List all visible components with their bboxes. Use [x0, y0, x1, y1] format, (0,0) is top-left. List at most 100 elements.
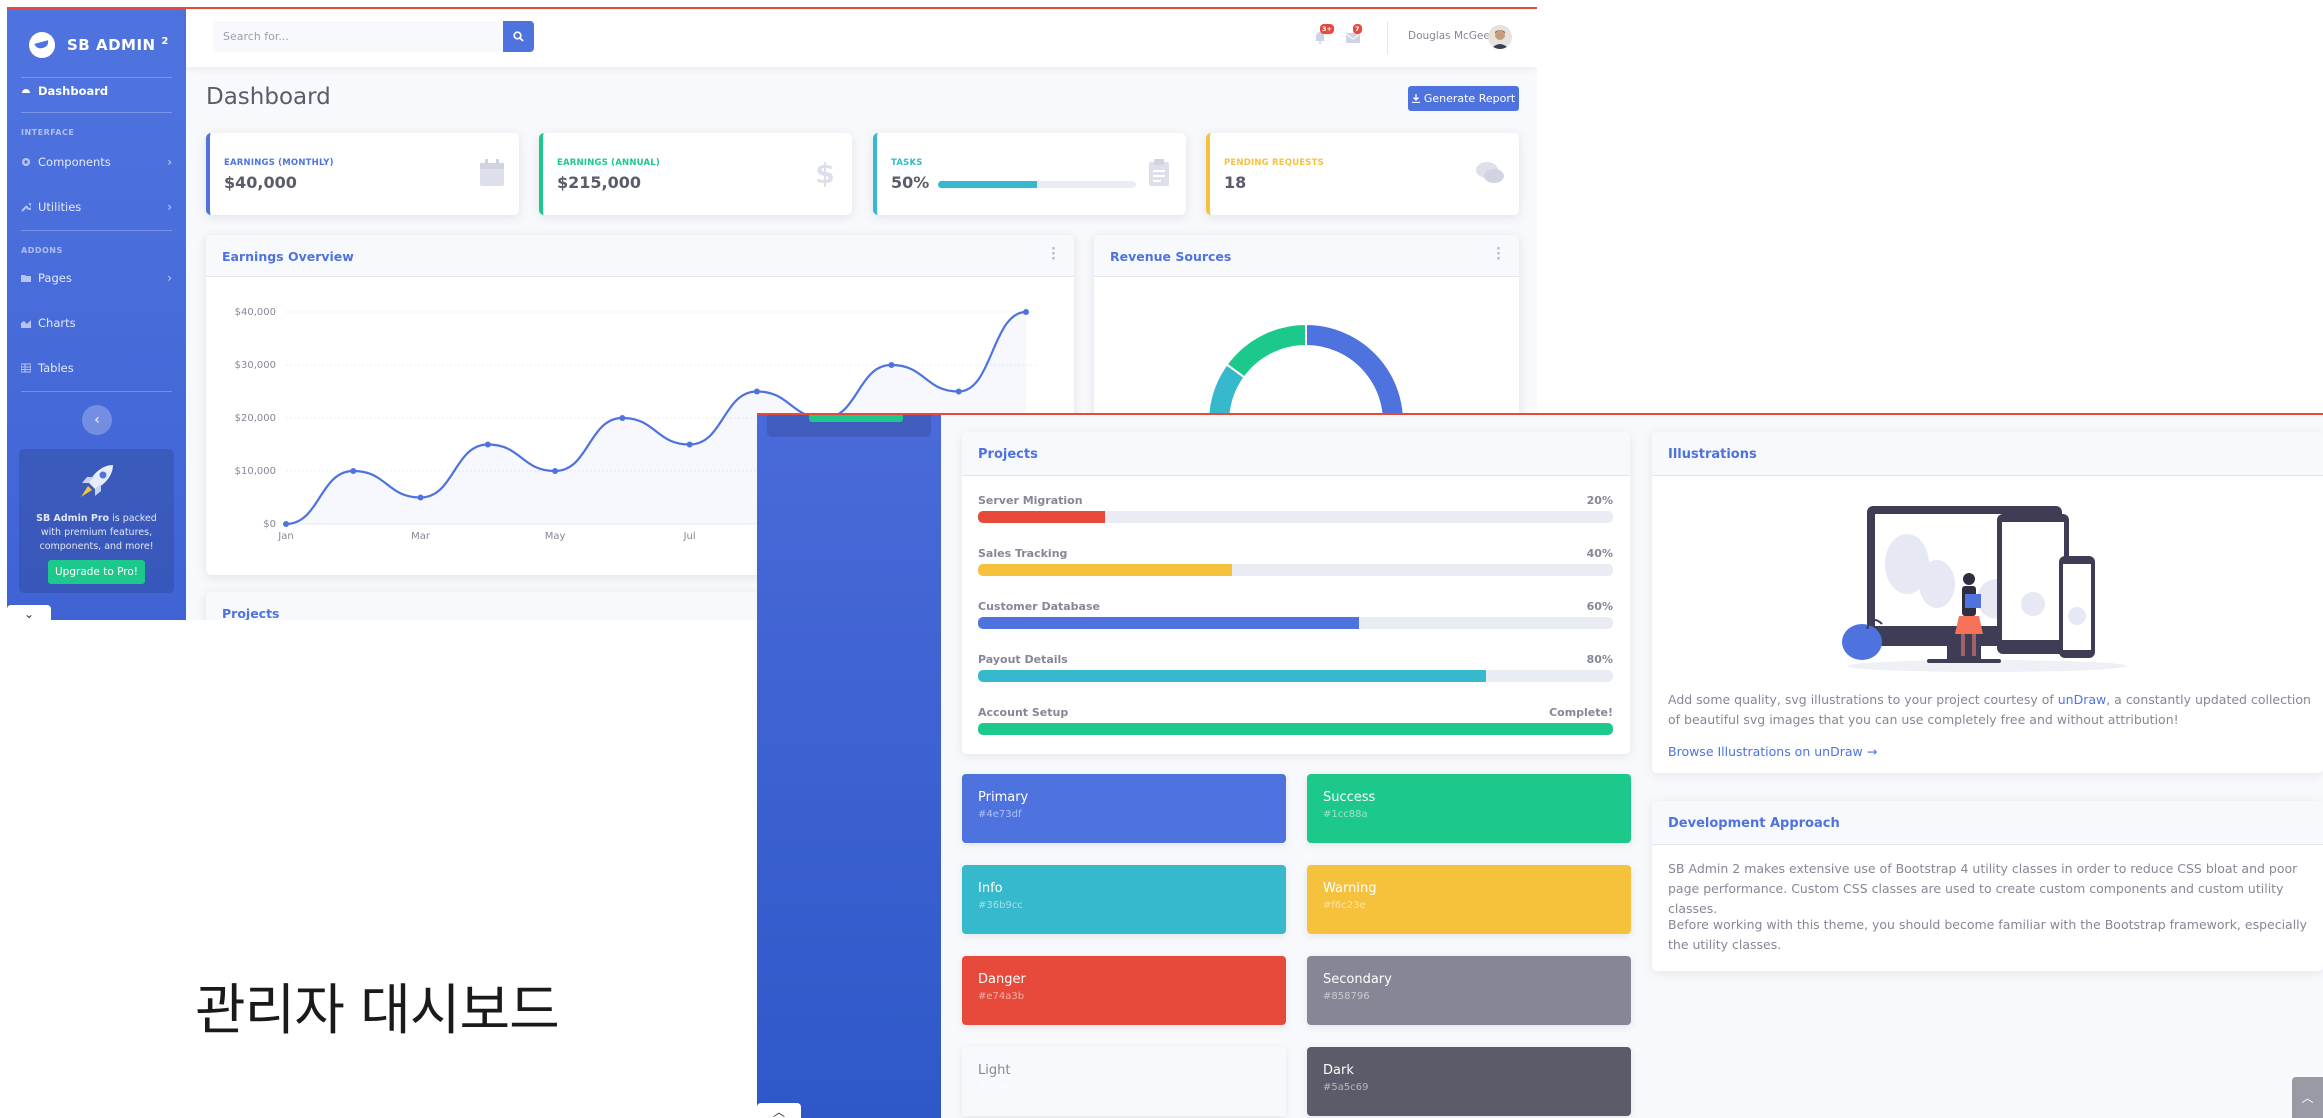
- color-swatch-secondary: Secondary #858796: [1307, 956, 1631, 1025]
- swatch-hex: #858796: [1323, 991, 1370, 1002]
- chevron-up-icon[interactable]: ︿: [757, 1103, 801, 1118]
- chevron-left-icon: ‹: [94, 412, 100, 428]
- projects-title: Projects: [978, 447, 1038, 462]
- earnings-title: Earnings Overview: [222, 249, 354, 264]
- data-point: [686, 441, 693, 448]
- page-title: Dashboard: [206, 84, 331, 110]
- calendar-icon: [480, 159, 504, 186]
- development-paragraph-1: SB Admin 2 makes extensive use of Bootst…: [1668, 861, 2298, 916]
- project-name: Customer Database: [978, 600, 1100, 613]
- project-name: Sales Tracking: [978, 547, 1068, 560]
- project-percent: 20%: [1586, 494, 1613, 507]
- project-name: Server Migration: [978, 494, 1083, 507]
- projects-title: Projects: [222, 606, 280, 620]
- ellipsis-vertical-icon[interactable]: · · ·: [1496, 243, 1501, 266]
- caption-text: 관리자 대시보드: [195, 978, 560, 1042]
- sidebar-item-tables[interactable]: Tables: [21, 358, 176, 378]
- sidebar-item-label: Pages: [38, 271, 72, 285]
- search-input[interactable]: Search for...: [213, 21, 503, 52]
- stat-value: 50%: [891, 173, 930, 192]
- stat-label: EARNINGS (MONTHLY): [224, 158, 334, 168]
- swatch-hex: #f8f9fc: [978, 1082, 1016, 1093]
- x-tick-label: Jan: [277, 531, 293, 542]
- project-progress-bar: [978, 564, 1613, 576]
- project-progress-fill: [978, 617, 1359, 629]
- upgrade-button[interactable]: [809, 415, 903, 422]
- project-progress-bar: [978, 617, 1613, 629]
- scroll-to-top-button[interactable]: ︿: [2292, 1077, 2323, 1118]
- dashboard-screenshot-bottom: ︿ Projects Server Migration 20% Sales Trac…: [757, 413, 2323, 1118]
- projects-card: Projects Server Migration 20% Sales Tracki…: [962, 432, 1630, 754]
- alerts-button[interactable]: 3+: [1313, 24, 1334, 44]
- data-point: [888, 362, 895, 368]
- y-tick-label: $10,000: [235, 466, 276, 477]
- color-swatch-danger: Danger #e74a3b: [962, 956, 1286, 1025]
- browse-illustrations-link[interactable]: Browse Illustrations on unDraw →: [1668, 742, 2316, 762]
- project-name: Account Setup: [978, 706, 1069, 719]
- development-approach-card: Development Approach SB Admin 2 makes ex…: [1652, 801, 2323, 971]
- y-tick-label: $20,000: [235, 413, 276, 424]
- project-progress-fill: [978, 564, 1232, 576]
- clipboard-icon: [1149, 159, 1169, 186]
- y-tick-label: $30,000: [235, 360, 276, 371]
- chevron-right-icon: ›: [167, 155, 172, 169]
- tachometer-icon: [22, 89, 30, 93]
- sidebar-item-utilities[interactable]: Utilities ›: [21, 197, 176, 217]
- swatch-name: Danger: [978, 972, 1026, 987]
- download-icon: [1411, 94, 1420, 103]
- sidebar-item-label: Tables: [38, 361, 74, 375]
- swatch-hex: #5a5c69: [1323, 1082, 1369, 1093]
- sidebar-item-components[interactable]: Components ›: [21, 152, 176, 172]
- avatar[interactable]: [1488, 25, 1512, 49]
- swatch-name: Warning: [1323, 881, 1377, 896]
- sidebar-divider: [21, 230, 172, 231]
- sidebar-item-label: Dashboard: [38, 84, 109, 98]
- stat-value: $215,000: [557, 173, 642, 192]
- project-progress-bar: [978, 670, 1613, 682]
- stat-card-pending-requests: PENDING REQUESTS 18: [1206, 133, 1519, 215]
- development-paragraph-2: Before working with this theme, you shou…: [1668, 917, 2308, 952]
- sidebar-item-pages[interactable]: Pages ›: [21, 268, 176, 288]
- rocket-icon: [80, 465, 113, 497]
- browse-illustrations-label: Browse Illustrations on unDraw →: [1668, 744, 1878, 759]
- swatch-name: Primary: [978, 790, 1029, 805]
- project-progress-bar: [978, 511, 1613, 523]
- search-icon: [513, 31, 524, 42]
- donut-slice: [1225, 322, 1307, 379]
- x-tick-label: Mar: [411, 531, 431, 542]
- data-point: [955, 388, 962, 395]
- upgrade-button[interactable]: Upgrade to Pro!: [48, 560, 145, 584]
- stat-label: TASKS: [891, 158, 923, 168]
- undraw-link[interactable]: unDraw: [2058, 692, 2107, 707]
- data-point: [552, 468, 559, 474]
- illustrations-title: Illustrations: [1668, 447, 1757, 462]
- project-progress-fill: [978, 723, 1613, 735]
- generate-report-button[interactable]: Generate Report: [1408, 86, 1519, 111]
- sidebar-promo-card: SB Admin Pro is packed with premium feat…: [19, 449, 174, 593]
- user-name[interactable]: Douglas McGee: [1408, 30, 1490, 42]
- swatch-name: Dark: [1323, 1063, 1354, 1078]
- sidebar-divider: [21, 77, 172, 78]
- alerts-badge: 3+: [1320, 24, 1334, 34]
- chevron-down-icon[interactable]: ⌄: [7, 605, 51, 620]
- sidebar-divider: [21, 391, 172, 392]
- development-title: Development Approach: [1668, 816, 1840, 831]
- sidebar-item-dashboard[interactable]: Dashboard: [21, 81, 176, 101]
- brand-logo[interactable]: SB ADMIN 2: [29, 25, 169, 65]
- sidebar-toggle-button[interactable]: ‹: [82, 405, 112, 435]
- search-button[interactable]: [503, 21, 534, 52]
- x-tick-label: Jul: [683, 531, 696, 542]
- sidebar-promo-card: [767, 415, 931, 437]
- y-tick-label: $0: [263, 519, 276, 530]
- promo-strong: SB Admin Pro: [36, 513, 110, 524]
- data-point: [619, 415, 626, 421]
- project-progress-bar: [978, 723, 1613, 735]
- swatch-name: Info: [978, 881, 1003, 896]
- color-swatch-warning: Warning #f6c23e: [1307, 865, 1631, 934]
- ellipsis-vertical-icon[interactable]: · · ·: [1051, 243, 1056, 266]
- dollar-icon: $: [815, 159, 834, 187]
- promo-text: SB Admin Pro is packed with premium feat…: [19, 512, 174, 554]
- svg-text:$: $: [815, 159, 834, 187]
- sidebar-item-charts[interactable]: Charts: [21, 313, 176, 333]
- messages-button[interactable]: 7: [1345, 24, 1362, 43]
